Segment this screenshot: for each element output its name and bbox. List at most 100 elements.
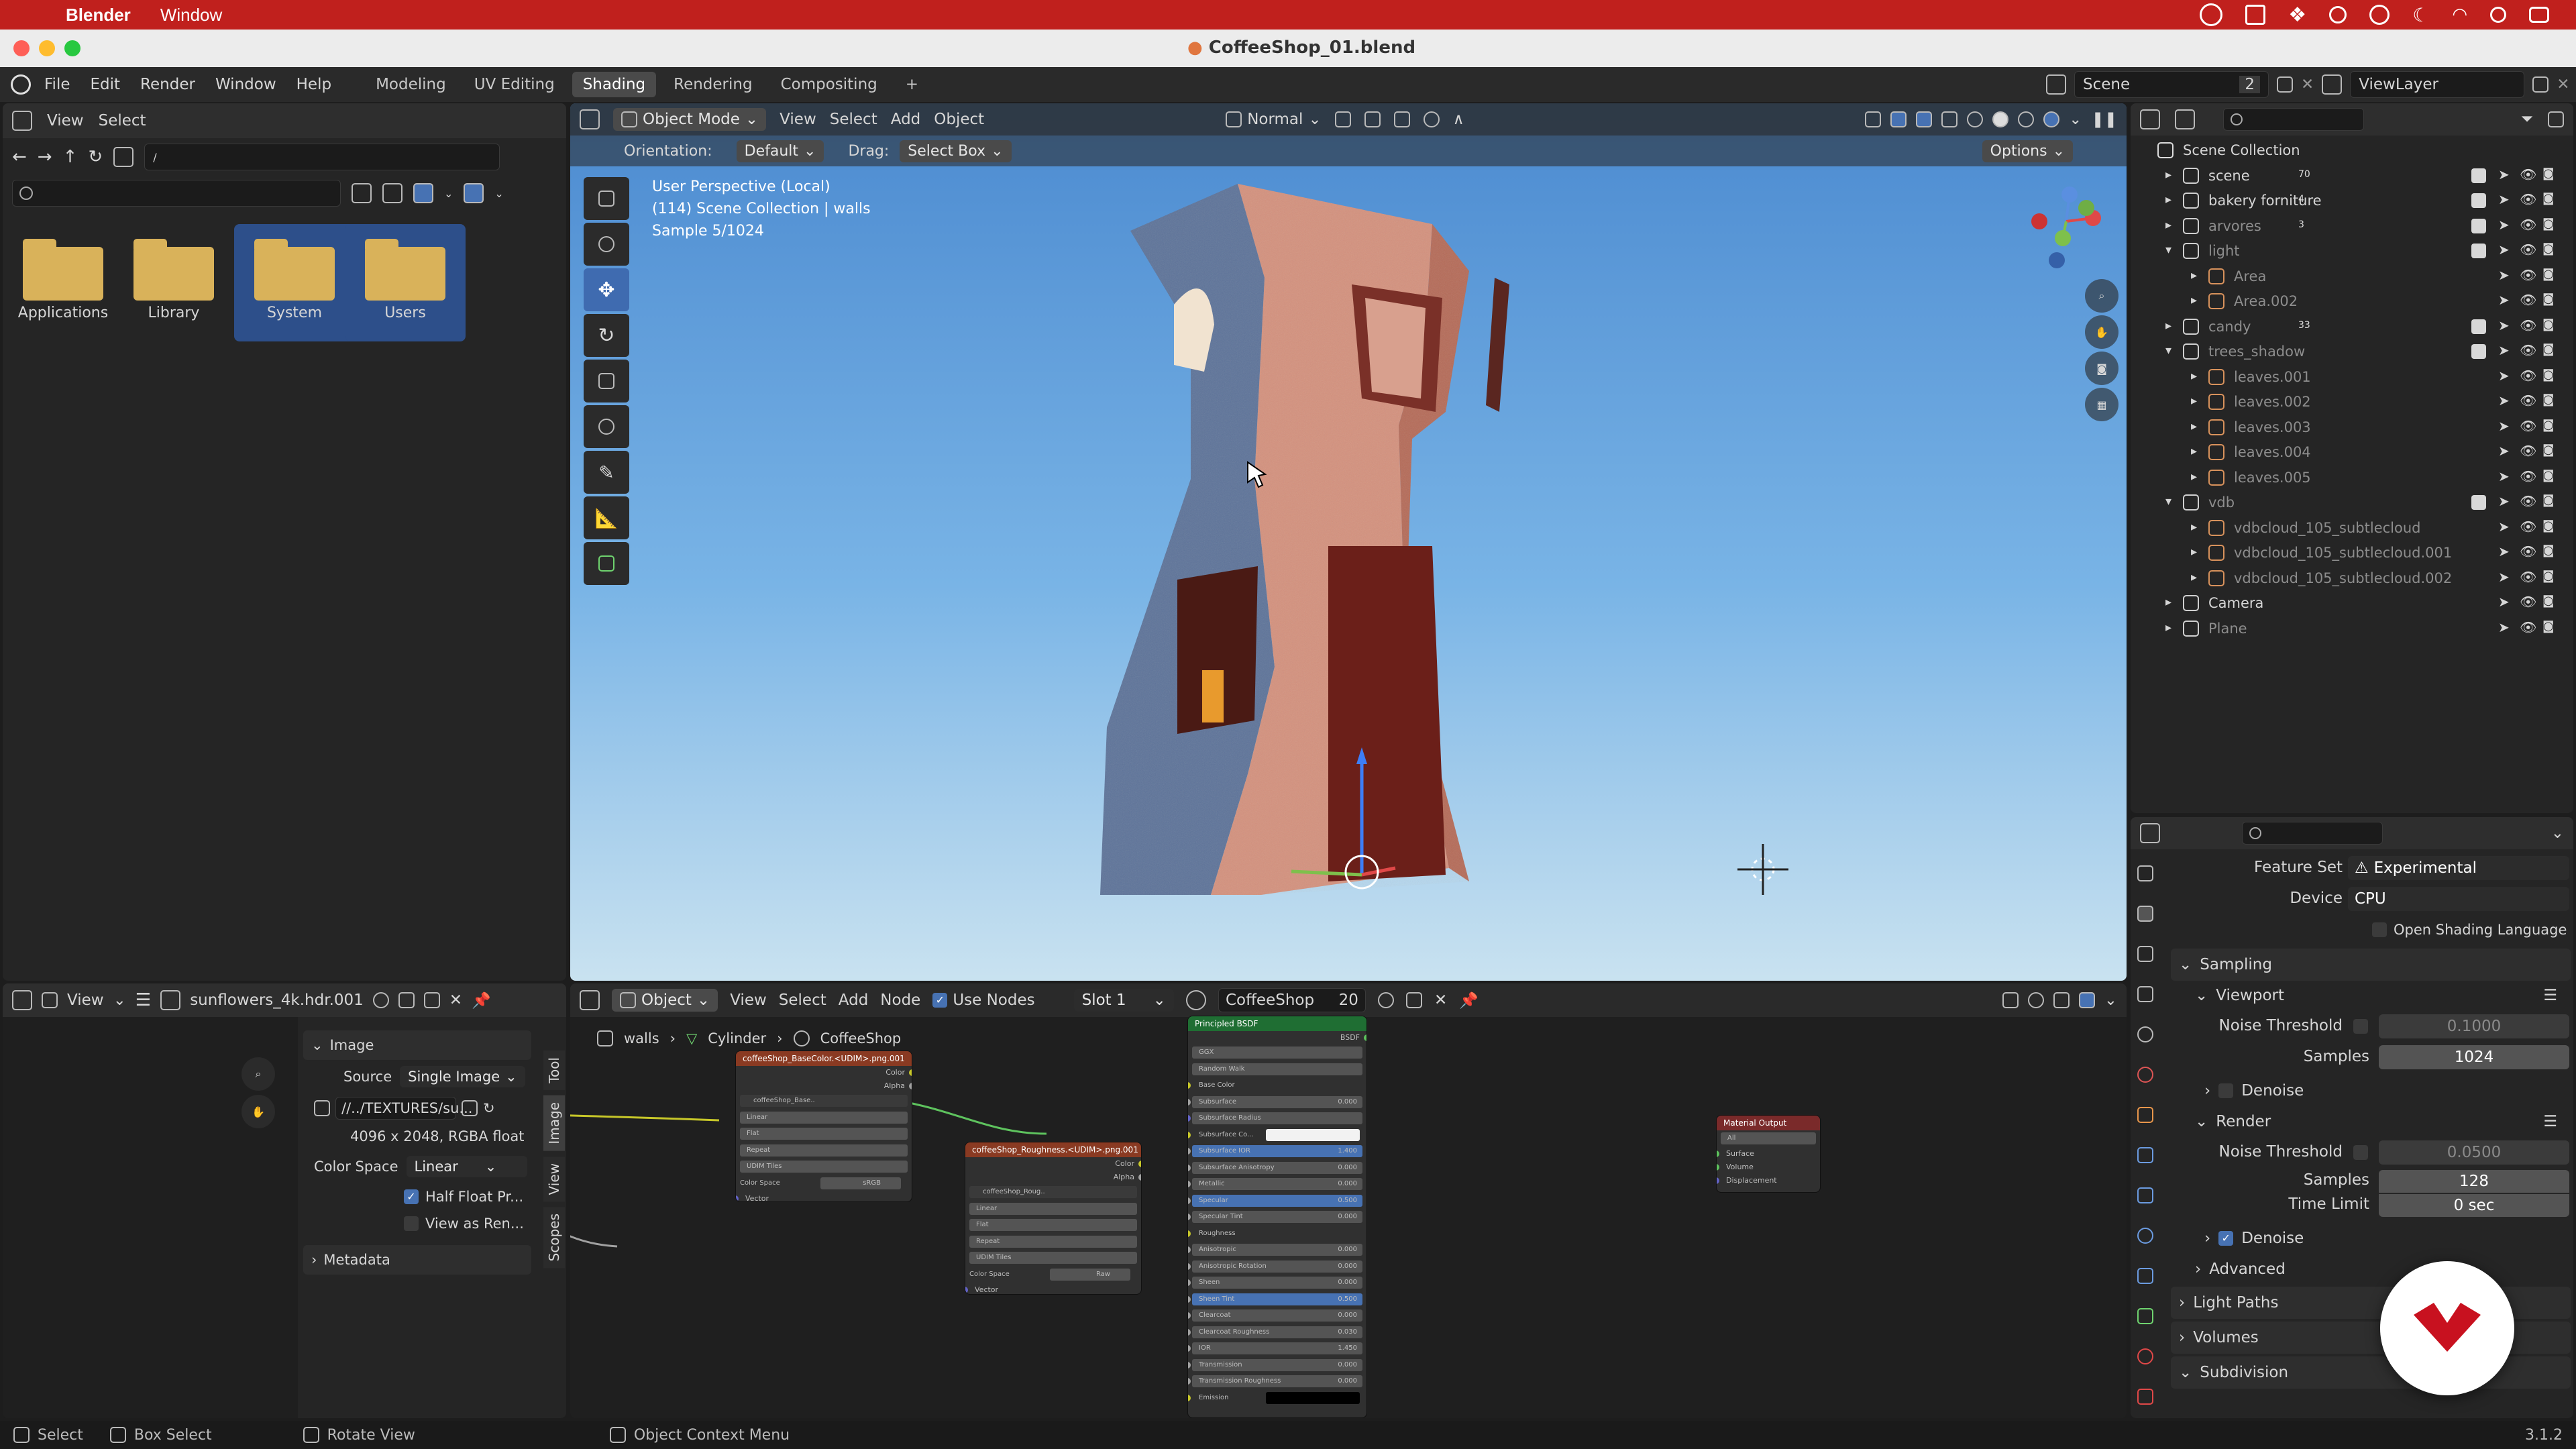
vp-noise-threshold-field[interactable]: 0.1000 xyxy=(2379,1014,2569,1038)
chevron-down-icon[interactable]: ⌄ xyxy=(494,187,503,200)
outliner-row[interactable]: ▸ vdbcloud_105_subtlecloud.001 ➤ 👁 ◙ xyxy=(2131,541,2573,566)
socket-alpha[interactable] xyxy=(1138,1174,1141,1181)
input-socket[interactable] xyxy=(1188,1246,1191,1253)
chevron-down-icon[interactable]: ⌄ xyxy=(113,991,126,1009)
bsdf-input-row[interactable]: Subsurface Co... xyxy=(1188,1127,1362,1144)
view-layer-icon[interactable] xyxy=(2322,74,2343,95)
expand-toggle[interactable]: ▸ xyxy=(2191,444,2197,458)
outliner-row[interactable]: ▾ light ➤ 👁 ◙ xyxy=(2131,239,2573,264)
eye-icon[interactable]: 👁 xyxy=(2520,292,2536,308)
socket-displacement[interactable] xyxy=(1717,1177,1719,1184)
select-icon[interactable]: ➤ xyxy=(2498,217,2510,233)
expand-toggle[interactable]: ▸ xyxy=(2191,520,2197,534)
image-texture-node-roughness[interactable]: coffeeShop_Roughness.<UDIM>.png.001 Colo… xyxy=(965,1142,1142,1295)
window-menu[interactable]: Window xyxy=(160,5,222,25)
outliner-row[interactable]: ▾ trees_shadow ➤ 👁 ◙ xyxy=(2131,339,2573,365)
object-tab[interactable] xyxy=(2137,1107,2153,1123)
image-name[interactable]: sunflowers_4k.hdr.001 xyxy=(190,991,364,1009)
3d-viewport[interactable]: Object Mode ⌄ View Select Add Object Norm… xyxy=(570,103,2127,981)
outliner-row[interactable]: ▸ Area ➤ 👁 ◙ xyxy=(2131,264,2573,290)
select-icon[interactable]: ➤ xyxy=(2498,468,2510,484)
socket-vector[interactable] xyxy=(965,1287,968,1293)
input-socket[interactable] xyxy=(1188,1312,1191,1319)
minimize-window-button[interactable] xyxy=(39,40,55,56)
eye-icon[interactable]: 👁 xyxy=(2520,241,2536,258)
menu-window[interactable]: Window xyxy=(215,76,276,93)
app-menu[interactable]: Blender xyxy=(66,5,131,25)
expand-toggle[interactable]: ▸ xyxy=(2191,369,2197,383)
menu-edit[interactable]: Edit xyxy=(91,76,121,93)
interpolation-dropdown[interactable]: Linear xyxy=(976,1203,997,1215)
control-center-icon[interactable] xyxy=(2529,7,2549,23)
r-noise-threshold-checkbox[interactable] xyxy=(2353,1145,2368,1160)
eye-icon[interactable]: 👁 xyxy=(2520,468,2536,484)
expand-toggle[interactable]: ▸ xyxy=(2165,193,2171,207)
select-icon[interactable]: ➤ xyxy=(2498,191,2510,207)
camera-icon[interactable]: ◙ xyxy=(2542,519,2554,533)
chevron-down-icon[interactable]: ⌄ xyxy=(444,187,453,200)
hamburger-icon[interactable]: ☰ xyxy=(136,990,151,1010)
scene-collection-row[interactable]: Scene Collection xyxy=(2131,138,2573,164)
image-name[interactable]: coffeeShop_Base.. xyxy=(753,1095,815,1107)
feature-set-dropdown[interactable]: ⚠ Experimental xyxy=(2348,856,2569,880)
select-icon[interactable]: ➤ xyxy=(2498,418,2510,434)
expand-toggle[interactable]: ▸ xyxy=(2165,621,2171,635)
dropbox-icon[interactable]: ❖ xyxy=(2288,3,2306,27)
editor-type-icon[interactable] xyxy=(2140,823,2160,843)
new-view-layer-icon[interactable] xyxy=(2532,76,2549,93)
zoom-view-button[interactable]: ⌕ xyxy=(2085,279,2118,313)
select-icon[interactable]: ➤ xyxy=(2498,241,2510,258)
ortho-toggle-button[interactable]: ▦ xyxy=(2085,388,2118,421)
target-dropdown[interactable]: All xyxy=(1727,1132,1735,1144)
expand-toggle[interactable]: ▸ xyxy=(2165,595,2171,609)
folder-icon[interactable] xyxy=(462,1100,478,1116)
bsdf-input-row[interactable]: Emission xyxy=(1188,1390,1362,1407)
new-collection-icon[interactable] xyxy=(2548,111,2564,127)
camera-icon[interactable]: ◙ xyxy=(2542,241,2554,256)
texture-tab[interactable] xyxy=(2137,1389,2153,1405)
camera-icon[interactable]: ◙ xyxy=(2542,368,2554,382)
input-socket[interactable] xyxy=(1188,1181,1191,1187)
app-logo[interactable] xyxy=(2380,1261,2514,1395)
input-socket[interactable] xyxy=(1188,1295,1191,1303)
new-scene-icon[interactable] xyxy=(2277,76,2293,93)
select-icon[interactable]: ➤ xyxy=(2498,519,2510,535)
bsdf-input-row[interactable]: IOR 1.450 xyxy=(1188,1340,1362,1357)
close-icon[interactable]: ✕ xyxy=(2301,76,2314,93)
input-socket[interactable] xyxy=(1188,1164,1191,1171)
outliner-row[interactable]: ▾ vdb ➤ 👁 ◙ xyxy=(2131,490,2573,516)
outliner-row[interactable]: ▸ arvores 3 ➤ 👁 ◙ xyxy=(2131,214,2573,239)
bsdf-input-row[interactable]: Specular 0.500 xyxy=(1188,1193,1362,1210)
vp-denoise-row[interactable]: › Denoise xyxy=(2171,1075,2571,1107)
input-socket[interactable] xyxy=(1188,1279,1191,1286)
extension-dropdown[interactable]: Repeat xyxy=(976,1236,1000,1248)
tab-image[interactable]: Image xyxy=(543,1095,565,1151)
vp-samples-field[interactable]: 1024 xyxy=(2379,1045,2569,1069)
expand-toggle[interactable]: ▸ xyxy=(2165,218,2171,232)
editor-type-icon[interactable] xyxy=(12,111,32,131)
r-samples-field[interactable]: 128 xyxy=(2379,1170,2569,1193)
select-icon[interactable]: ➤ xyxy=(2498,493,2510,509)
color-space-value[interactable]: Raw xyxy=(1096,1269,1110,1281)
socket-bsdf[interactable] xyxy=(1364,1034,1366,1041)
outliner-row[interactable]: ▸ candy 33 ➤ 👁 ◙ xyxy=(2131,315,2573,340)
camera-icon[interactable]: ◙ xyxy=(2542,267,2554,281)
input-socket[interactable] xyxy=(1188,1230,1191,1237)
view-mode-icon[interactable] xyxy=(42,992,58,1008)
list-icon[interactable]: ☰ xyxy=(2543,1113,2557,1130)
outliner-search-input[interactable] xyxy=(2223,108,2364,131)
include-checkbox[interactable] xyxy=(2471,168,2486,183)
eye-icon[interactable]: 👁 xyxy=(2520,217,2536,233)
eye-icon[interactable]: 👁 xyxy=(2520,368,2536,384)
eye-icon[interactable]: 👁 xyxy=(2520,543,2536,559)
menu-select[interactable]: Select xyxy=(99,112,146,129)
refresh-icon[interactable]: ↻ xyxy=(88,147,103,167)
bsdf-input-row[interactable]: Base Color xyxy=(1188,1077,1362,1094)
menu-file[interactable]: File xyxy=(44,76,70,93)
expand-toggle[interactable]: ▾ xyxy=(2165,243,2171,257)
parent-dir-icon[interactable]: ↑ xyxy=(63,147,78,167)
device-dropdown[interactable]: CPU xyxy=(2348,887,2569,911)
render-tab[interactable] xyxy=(2137,906,2153,922)
outliner-row[interactable]: ▸ leaves.001 ➤ 👁 ◙ xyxy=(2131,365,2573,390)
tool-tab[interactable] xyxy=(2137,865,2153,881)
